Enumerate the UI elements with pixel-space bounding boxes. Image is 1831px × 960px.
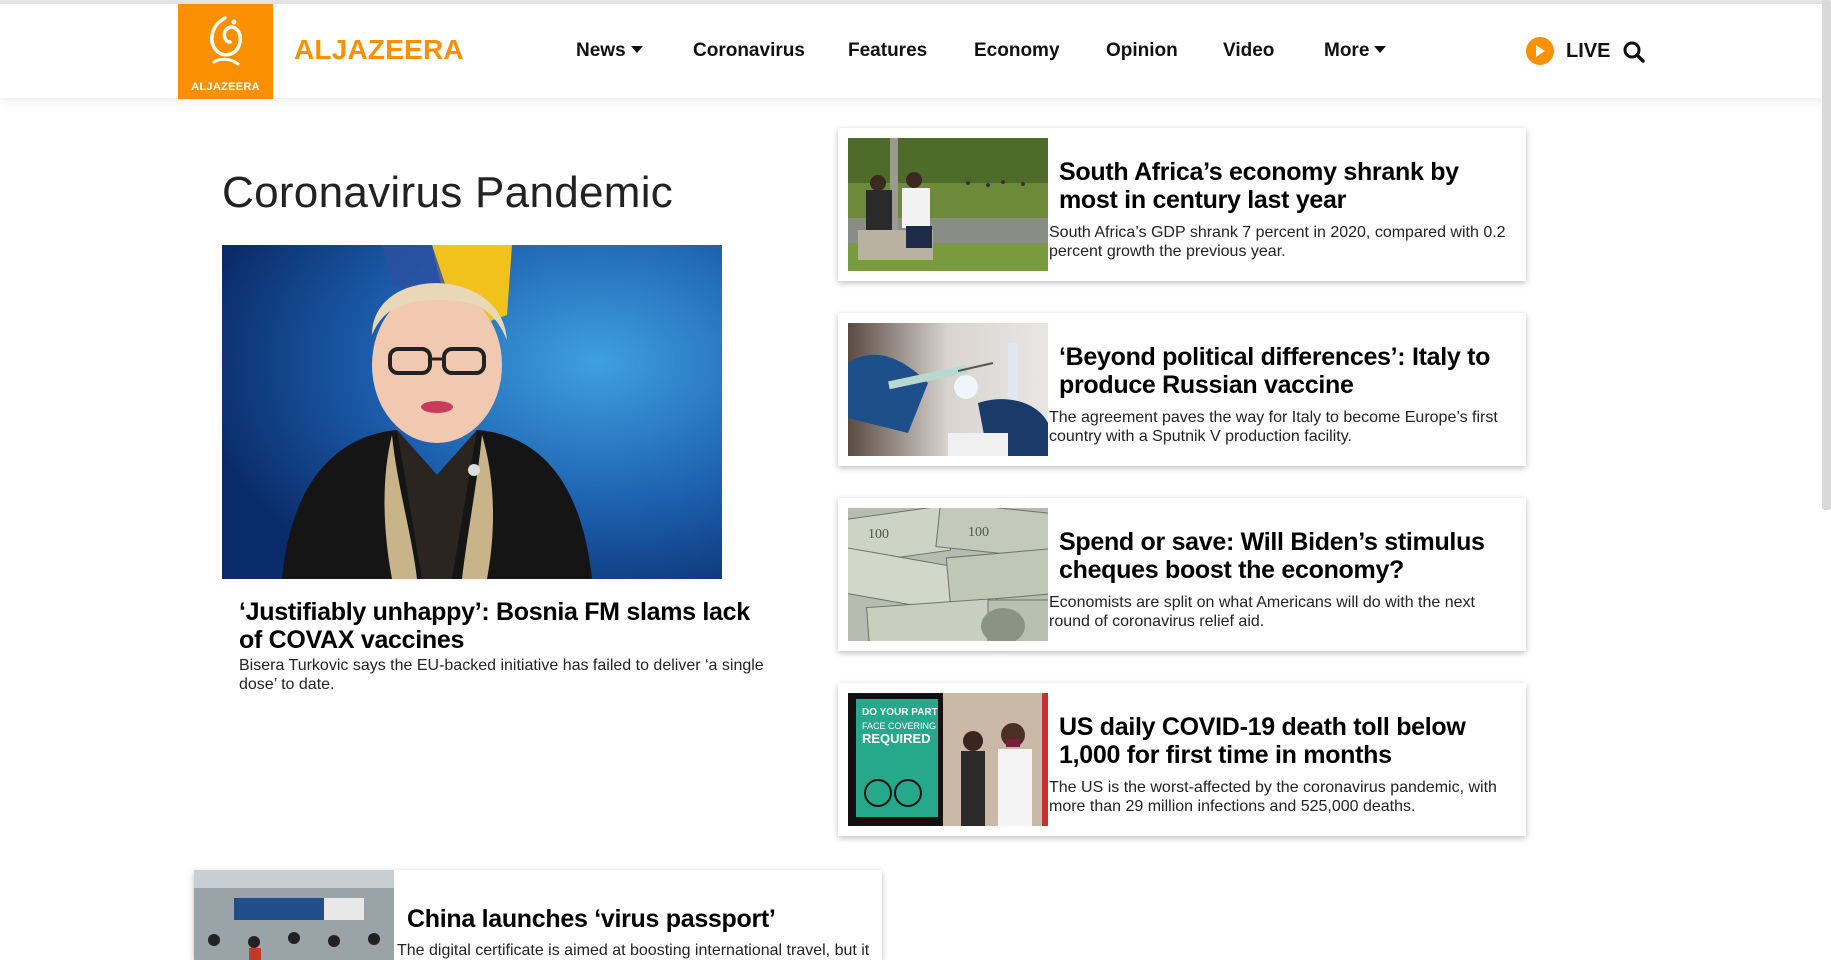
nav-economy-label: Economy (974, 40, 1060, 61)
brand-name[interactable]: ALJAZEERA (294, 34, 464, 66)
nav-economy[interactable]: Economy (974, 40, 1060, 62)
article-thumbnail: DO YOUR PART FACE COVERING REQUIRED (848, 693, 1048, 826)
chevron-down-icon (630, 46, 643, 53)
sign-text: FACE COVERING (862, 721, 936, 731)
nav-more[interactable]: More (1324, 40, 1387, 62)
logo-calligraphy-icon (210, 16, 243, 66)
article-summary: Economists are split on what Americans w… (1049, 594, 1475, 630)
nav-features[interactable]: Features (848, 40, 927, 62)
live-button[interactable]: LIVE (1526, 37, 1610, 65)
nav-more-label: More (1324, 40, 1370, 61)
article-card[interactable]: South Africa’s economy shrank by most in… (838, 128, 1526, 281)
svg-text:100: 100 (868, 527, 889, 542)
logo[interactable]: ALJAZEERA (178, 4, 273, 99)
nav-features-label: Features (848, 40, 928, 61)
article-title[interactable]: South Africa’s economy shrank by most in… (1059, 158, 1514, 214)
nav-video[interactable]: Video (1223, 40, 1274, 62)
feature-image[interactable] (222, 245, 722, 579)
article-title[interactable]: ‘Beyond political differences’: Italy to… (1059, 343, 1514, 399)
feature-headline[interactable]: ‘Justifiably unhappy’: Bosnia FM slams l… (239, 598, 759, 654)
article-title[interactable]: China launches ‘virus passport’ (407, 905, 776, 934)
nav-opinion[interactable]: Opinion (1106, 40, 1178, 62)
svg-text:100: 100 (968, 525, 989, 540)
article-summary: The digital certificate is aimed at boos… (397, 942, 870, 959)
article-summary: South Africa’s GDP shrank 7 percent in 2… (1049, 224, 1506, 260)
chevron-down-icon (1374, 46, 1387, 53)
feature-summary: Bisera Turkovic says the EU-backed initi… (239, 657, 764, 693)
article-thumbnail (848, 138, 1048, 271)
page-scrollbar[interactable] (1822, 0, 1831, 510)
nav-coronavirus[interactable]: Coronavirus (693, 40, 805, 62)
article-title[interactable]: Spend or save: Will Biden’s stimulus che… (1059, 528, 1514, 584)
article-summary: The US is the worst-affected by the coro… (1049, 779, 1497, 815)
article-card[interactable]: China launches ‘virus passport’ The digi… (194, 870, 882, 960)
sign-text: REQUIRED (862, 731, 931, 746)
article-thumbnail (848, 323, 1048, 456)
article-summary: The agreement paves the way for Italy to… (1049, 409, 1498, 445)
search-icon[interactable] (1623, 41, 1645, 68)
article-thumbnail (194, 870, 394, 960)
article-thumbnail: 100 100 (848, 508, 1048, 641)
nav-opinion-label: Opinion (1106, 40, 1178, 61)
nav-news-label: News (576, 40, 626, 61)
article-card[interactable]: ‘Beyond political differences’: Italy to… (838, 313, 1526, 466)
article-card[interactable]: DO YOUR PART FACE COVERING REQUIRED US d… (838, 683, 1526, 836)
article-title[interactable]: US daily COVID-19 death toll below 1,000… (1059, 713, 1514, 769)
live-label: LIVE (1566, 39, 1611, 62)
sign-text: DO YOUR PART (862, 707, 938, 718)
nav-news[interactable]: News (576, 40, 643, 62)
nav-video-label: Video (1223, 40, 1275, 61)
site-header: ALJAZEERA ALJAZEERA News Coronavirus Fea… (0, 4, 1831, 99)
logo-text: ALJAZEERA (191, 81, 260, 93)
page-title: Coronavirus Pandemic (222, 168, 674, 217)
nav-coronavirus-label: Coronavirus (693, 40, 805, 61)
play-icon (1526, 37, 1554, 65)
article-card[interactable]: 100 100 Spend or save: Will Biden’s stim… (838, 498, 1526, 651)
